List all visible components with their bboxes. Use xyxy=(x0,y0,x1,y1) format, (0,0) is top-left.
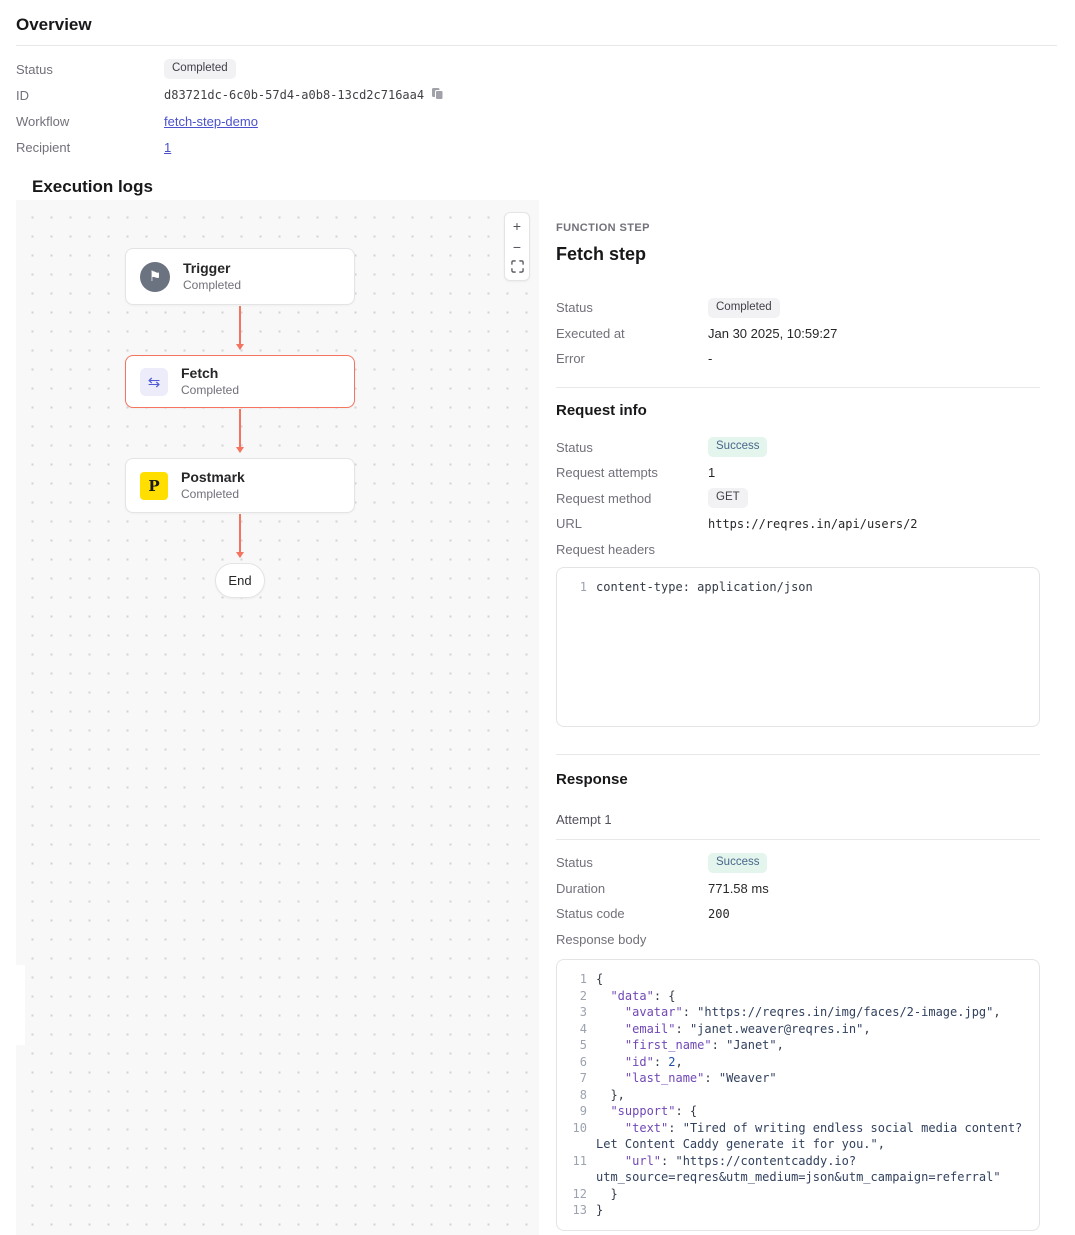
edge-trigger-fetch xyxy=(239,306,241,349)
request-headers-code-block: 1content-type: application/json xyxy=(556,567,1040,727)
response-title: Response xyxy=(556,771,1040,789)
copy-id-button[interactable] xyxy=(431,87,444,103)
canvas-zoom-controls: + − xyxy=(504,212,530,281)
response-status-label: Status xyxy=(556,855,708,870)
request-status-label: Status xyxy=(556,440,708,455)
transaction-id-value: d83721dc-6c0b-57d4-a0b8-13cd2c716aa4 xyxy=(164,88,424,102)
overview-meta: Status Completed ID d83721dc-6c0b-57d4-a… xyxy=(16,56,1057,160)
node-title: Postmark xyxy=(181,469,245,486)
status-label: Status xyxy=(16,62,164,77)
step-row-status: Status Completed xyxy=(556,295,1040,321)
request-method-badge: GET xyxy=(708,488,748,508)
fit-view-button[interactable] xyxy=(505,257,529,278)
recipient-link[interactable]: 1 xyxy=(164,140,171,155)
panel-divider xyxy=(556,387,1040,388)
response-row-status: Status Success xyxy=(556,850,1040,876)
overview-row-recipient: Recipient 1 xyxy=(16,134,1057,160)
request-status-badge: Success xyxy=(708,437,767,457)
id-label: ID xyxy=(16,88,164,103)
response-status-badge: Success xyxy=(708,853,767,873)
url-label: URL xyxy=(556,516,708,531)
workflow-link[interactable]: fetch-step-demo xyxy=(164,114,258,129)
response-row-status-code: Status code 200 xyxy=(556,901,1040,927)
response-body-code-block: 1{2 "data": {3 "avatar": "https://reqres… xyxy=(556,959,1040,1231)
request-method-label: Request method xyxy=(556,491,708,506)
node-trigger[interactable]: ⚑ Trigger Completed xyxy=(125,248,355,305)
fit-view-icon xyxy=(511,260,524,276)
zoom-out-button[interactable]: − xyxy=(505,236,529,257)
execution-logs-title: Execution logs xyxy=(32,177,1057,197)
request-row-attempts: Request attempts 1 xyxy=(556,460,1040,486)
node-status: Completed xyxy=(183,278,241,293)
step-row-executed: Executed at Jan 30 2025, 10:59:27 xyxy=(556,321,1040,347)
node-status: Completed xyxy=(181,487,245,502)
request-attempts-label: Request attempts xyxy=(556,465,708,480)
node-postmark[interactable]: P Postmark Completed xyxy=(125,458,355,513)
overview-section: Overview Status Completed ID d83721dc-6c… xyxy=(0,0,1075,197)
node-title: Fetch xyxy=(181,365,239,382)
status-code-value: 200 xyxy=(708,907,730,921)
edge-fetch-postmark xyxy=(239,409,241,452)
node-title: Trigger xyxy=(183,260,241,277)
node-end: End xyxy=(215,563,265,598)
executed-at-value: Jan 30 2025, 10:59:27 xyxy=(708,326,837,341)
minus-icon: − xyxy=(513,239,521,255)
executed-at-label: Executed at xyxy=(556,326,708,341)
panel-divider xyxy=(556,754,1040,755)
step-type-eyebrow: FUNCTION STEP xyxy=(556,222,1040,234)
error-label: Error xyxy=(556,351,708,366)
attempt-label: Attempt 1 xyxy=(556,812,1040,827)
node-status: Completed xyxy=(181,383,239,398)
step-status-label: Status xyxy=(556,300,708,315)
duration-value: 771.58 ms xyxy=(708,881,769,896)
zoom-in-button[interactable]: + xyxy=(505,215,529,236)
request-row-headers: Request headers xyxy=(556,537,1040,563)
swap-arrows-icon: ⇆ xyxy=(140,368,168,396)
step-title: Fetch step xyxy=(556,243,1040,265)
overview-row-status: Status Completed xyxy=(16,56,1057,82)
overview-row-workflow: Workflow fetch-step-demo xyxy=(16,108,1057,134)
copy-icon xyxy=(431,87,444,103)
request-headers-label: Request headers xyxy=(556,542,708,557)
execution-detail-page: Overview Status Completed ID d83721dc-6c… xyxy=(0,0,1075,1235)
overview-row-id: ID d83721dc-6c0b-57d4-a0b8-13cd2c716aa4 xyxy=(16,82,1057,108)
node-fetch[interactable]: ⇆ Fetch Completed xyxy=(125,355,355,408)
attempt-divider xyxy=(556,839,1040,840)
response-row-body: Response body xyxy=(556,927,1040,953)
duration-label: Duration xyxy=(556,881,708,896)
step-detail-panel: FUNCTION STEP Fetch step Status Complete… xyxy=(556,200,1040,1231)
edge-postmark-end xyxy=(239,514,241,557)
workflow-label: Workflow xyxy=(16,114,164,129)
url-value: https://reqres.in/api/users/2 xyxy=(708,517,918,531)
status-code-label: Status code xyxy=(556,906,708,921)
canvas-left-overlay xyxy=(16,965,25,1045)
request-row-status: Status Success xyxy=(556,435,1040,461)
error-value: - xyxy=(708,351,712,366)
response-row-duration: Duration 771.58 ms xyxy=(556,876,1040,902)
status-badge: Completed xyxy=(164,59,236,79)
request-row-method: Request method GET xyxy=(556,486,1040,512)
request-attempts-value: 1 xyxy=(708,465,715,480)
end-label: End xyxy=(228,573,251,588)
postmark-logo: P xyxy=(140,472,168,500)
request-row-url: URL https://reqres.in/api/users/2 xyxy=(556,511,1040,537)
step-row-error: Error - xyxy=(556,346,1040,372)
step-status-badge: Completed xyxy=(708,298,780,318)
flag-icon: ⚑ xyxy=(140,262,170,292)
recipient-label: Recipient xyxy=(16,140,164,155)
request-info-title: Request info xyxy=(556,402,1040,420)
workflow-canvas[interactable]: + − ⚑ Trigger Completed ⇆ Fetch Complete… xyxy=(16,200,539,1235)
overview-divider xyxy=(16,45,1057,46)
overview-title: Overview xyxy=(16,15,1057,35)
response-body-label: Response body xyxy=(556,932,708,947)
plus-icon: + xyxy=(513,218,521,234)
